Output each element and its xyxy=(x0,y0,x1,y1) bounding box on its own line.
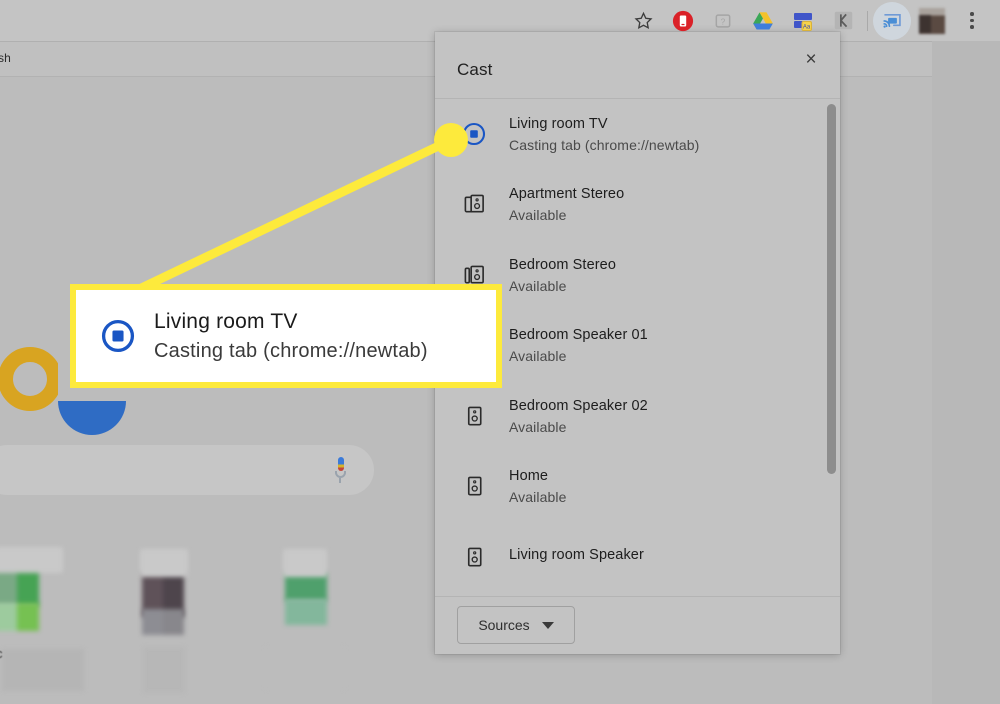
cast-active-icon xyxy=(98,318,138,354)
cast-device-text: Living room TV Casting tab (chrome://new… xyxy=(509,116,699,153)
cast-device-name: Bedroom Speaker 02 xyxy=(509,397,648,414)
cast-device-text: Living room Speaker xyxy=(509,547,644,568)
cast-device-name: Bedroom Stereo xyxy=(509,256,616,273)
annotation-text: Living room TV Casting tab (chrome://new… xyxy=(154,310,428,363)
cast-device-name: Home xyxy=(509,468,549,485)
cast-device-name: Living room TV xyxy=(509,115,608,132)
annotation-device-name: Living room TV xyxy=(154,309,298,333)
cast-device-text: Bedroom Speaker 02 Available xyxy=(509,398,648,435)
bookmark-item-label[interactable]: sh xyxy=(0,51,11,65)
shortcut-tile-sub[interactable] xyxy=(142,609,184,635)
cast-device-item[interactable]: Bedroom Speaker 02 Available xyxy=(435,381,840,452)
microphone-icon[interactable] xyxy=(334,457,346,483)
shortcut-tile-bg xyxy=(283,549,327,577)
cast-dialog-header: Cast × xyxy=(435,32,840,99)
cast-device-name: Bedroom Speaker 01 xyxy=(509,327,648,344)
speaker-icon xyxy=(457,399,491,433)
cast-device-status: Available xyxy=(509,207,567,224)
cast-device-item[interactable]: Living room TV Casting tab (chrome://new… xyxy=(435,99,840,170)
cast-active-icon xyxy=(457,117,491,151)
close-icon[interactable]: × xyxy=(794,42,828,76)
chrome-menu-icon[interactable] xyxy=(952,1,992,41)
shortcut-tile-bg xyxy=(140,549,188,577)
shortcut-tile[interactable] xyxy=(285,573,327,601)
svg-text:?: ? xyxy=(721,16,726,26)
shortcut-tile[interactable] xyxy=(2,649,84,691)
annotation-device-status: Casting tab (chrome://newtab) xyxy=(154,339,428,362)
search-input[interactable] xyxy=(0,445,374,495)
screenshot-root: ? Aa sh Cast × Living room TV Casting ta… xyxy=(0,0,1000,704)
sources-button-label: Sources xyxy=(478,617,530,633)
cast-device-text: Apartment Stereo Available xyxy=(509,186,624,223)
cast-device-item[interactable]: Home Available xyxy=(435,452,840,523)
cast-icon[interactable] xyxy=(872,1,912,41)
speaker-icon xyxy=(457,470,491,504)
toolbar-divider xyxy=(867,10,868,31)
cast-device-status: Available xyxy=(509,489,567,506)
scrollbar-thumb[interactable] xyxy=(827,104,836,474)
cast-device-status: Casting tab (chrome://newtab) xyxy=(509,136,700,153)
cast-device-status: Available xyxy=(509,418,567,435)
shortcut-tile-sub[interactable] xyxy=(285,599,327,625)
cast-device-item[interactable]: Living room Speaker xyxy=(435,522,840,593)
sources-button[interactable]: Sources xyxy=(457,606,575,644)
cast-device-text: Home Available xyxy=(509,468,566,505)
cast-dialog-footer: Sources xyxy=(435,597,840,653)
svg-text:Aa: Aa xyxy=(803,24,811,30)
speaker-group-icon xyxy=(457,188,491,222)
shortcut-label-partial: c xyxy=(0,646,3,661)
shortcut-tile[interactable] xyxy=(143,647,185,693)
shortcut-tiles: c xyxy=(0,547,440,697)
shortcut-tile[interactable] xyxy=(265,647,345,689)
cast-device-text: Bedroom Stereo Available xyxy=(509,257,616,294)
cast-device-name: Apartment Stereo xyxy=(509,186,625,203)
cast-device-status: Available xyxy=(509,277,567,294)
shortcut-tile-sub[interactable] xyxy=(0,603,39,631)
cast-device-item[interactable]: Apartment Stereo Available xyxy=(435,170,840,241)
annotation-callout: Living room TV Casting tab (chrome://new… xyxy=(70,284,502,388)
scrollbar[interactable] xyxy=(827,104,836,574)
cast-device-name: Living room Speaker xyxy=(509,546,644,563)
avatar[interactable] xyxy=(912,1,952,41)
shortcut-tile-bg xyxy=(0,547,63,573)
speaker-icon xyxy=(457,540,491,574)
cast-device-status: Available xyxy=(509,348,567,365)
chevron-down-icon xyxy=(541,621,554,629)
cast-device-text: Bedroom Speaker 01 Available xyxy=(509,327,648,364)
cast-dialog-title: Cast xyxy=(457,60,493,79)
